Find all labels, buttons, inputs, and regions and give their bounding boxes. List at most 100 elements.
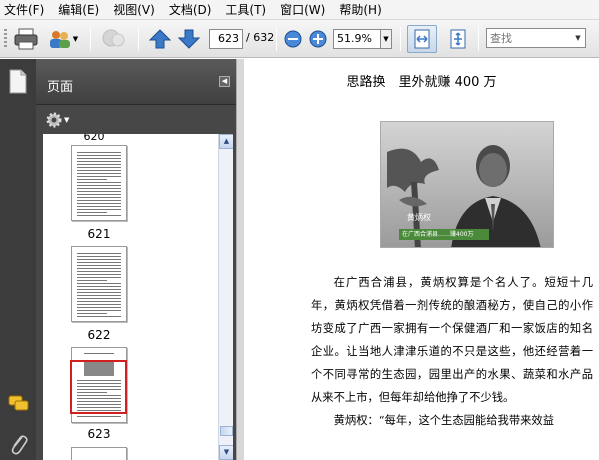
thumbnail-text-line <box>77 161 121 162</box>
scroll-down-button[interactable]: ▼ <box>219 445 233 460</box>
plus-icon <box>309 30 327 48</box>
thumbnail-text-line <box>77 265 121 266</box>
next-page-button[interactable] <box>176 26 202 52</box>
thumbnail-text-line <box>77 176 121 177</box>
zoom-in-button[interactable] <box>308 26 328 52</box>
fit-page-button[interactable] <box>444 26 472 52</box>
search-box[interactable]: ▼ <box>486 28 586 48</box>
thumbnail-text-line <box>77 286 121 287</box>
thumbnail-text-line <box>77 152 121 153</box>
thumbnail-text-line <box>77 313 107 314</box>
thumbnail-text-line <box>77 310 121 311</box>
thumbnail-text-line <box>77 416 121 417</box>
article-paragraph: 黄炳权：“每年，这个生态园能给我带来效益 <box>333 414 555 427</box>
toolbar-grip[interactable] <box>4 29 7 49</box>
attachment-icon[interactable] <box>8 433 28 455</box>
thumbnail-text-line <box>77 191 121 192</box>
thumbnail-list: 620 621 622 623 ▲ ▼ <box>43 134 233 460</box>
thumbnail-text-line <box>77 280 107 281</box>
menu-tools[interactable]: 工具(T) <box>225 1 266 18</box>
menu-edit[interactable]: 编辑(E) <box>58 1 99 18</box>
minus-icon <box>284 30 302 48</box>
arrow-down-icon <box>178 29 200 49</box>
options-menu-button[interactable]: ▼ <box>45 111 69 129</box>
search-input[interactable] <box>487 29 571 47</box>
thumbnail-text-line <box>77 197 121 198</box>
thumbnail-text-line <box>77 158 121 159</box>
thumbnail-text-line <box>77 301 121 302</box>
thumbnail-page[interactable] <box>71 246 127 322</box>
thumbnail-page[interactable] <box>71 145 127 221</box>
thumbnail-text-line <box>77 179 107 180</box>
menu-view[interactable]: 视图(V) <box>113 1 155 18</box>
panel-collapse-button[interactable]: ◀ <box>219 76 230 87</box>
thumbnail-text-line <box>84 353 114 354</box>
collaborate-button[interactable]: ▼ <box>46 26 80 52</box>
panel-splitter[interactable] <box>236 59 244 460</box>
menu-window[interactable]: 窗口(W) <box>280 1 325 18</box>
thumbnail-text-line <box>77 209 121 210</box>
thumbnail-text-line <box>77 271 121 272</box>
thumbnail-text-line <box>77 304 121 305</box>
scroll-thumb[interactable] <box>220 426 233 436</box>
chevron-down-icon: ▼ <box>72 35 79 43</box>
thumbnail-text-line <box>77 253 121 254</box>
page-total: / 632 <box>246 31 275 44</box>
fit-width-button[interactable] <box>407 25 437 53</box>
navigation-strip <box>0 59 36 460</box>
article-title: 思路换 里外就赚 400 万 <box>346 75 497 90</box>
page-number-input[interactable]: 623 <box>209 29 243 49</box>
pages-panel: 页面 ◀ ▼ 620 621 622 623 ▲ ▼ <box>36 59 236 460</box>
pages-icon[interactable] <box>8 69 28 95</box>
thumbnail-text-line <box>77 203 121 204</box>
menu-file[interactable]: 文件(F) <box>4 1 44 18</box>
thumbnail-text-line <box>77 215 121 216</box>
arrow-up-icon <box>149 29 171 49</box>
thumbnail-text-line <box>77 277 121 278</box>
print-button[interactable] <box>12 26 40 52</box>
thumbnail-text-line <box>77 274 121 275</box>
previous-page-button[interactable] <box>147 26 173 52</box>
pages-panel-header: 页面 ◀ <box>36 59 236 105</box>
thumbnail-text-line <box>77 298 121 299</box>
thumbnail-text-line <box>77 185 121 186</box>
zoom-dropdown-button[interactable]: ▼ <box>381 29 392 49</box>
document-view: 思路换 里外就赚 400 万 黄炳权 在广西合浦县……赚400万 在广西合浦县，… <box>244 59 599 460</box>
thumbnail-text-line <box>77 155 121 156</box>
thumbnail-text-line <box>77 289 121 290</box>
zoom-level-input[interactable]: 51.9% <box>333 29 381 49</box>
review-button[interactable] <box>100 26 128 52</box>
article-paragraph: 在广西合浦县，黄炳权算是个名人了。短短十几年，黄炳权凭借着一剂传统的酿酒秘方，使… <box>311 276 593 404</box>
thumbnail-label: 623 <box>87 427 111 441</box>
thumbnail-text-line <box>77 292 121 293</box>
thumbnail-text-line <box>77 164 121 165</box>
thumbnail-selection <box>70 360 127 414</box>
zoom-out-button[interactable] <box>283 26 303 52</box>
thumbnail-text-line <box>77 268 121 269</box>
menu-help[interactable]: 帮助(H) <box>339 1 381 18</box>
thumbnail-page[interactable] <box>71 447 127 460</box>
thumbnail-scrollbar[interactable]: ▲ ▼ <box>218 134 233 460</box>
thumbnail-label: 622 <box>87 328 111 342</box>
gear-icon <box>46 112 62 128</box>
thumbnail-text-line <box>77 167 121 168</box>
comment-bubbles-icon <box>102 29 125 47</box>
thumbnail-text-line <box>77 295 121 296</box>
thumbnail-text-line <box>77 200 121 201</box>
menu-bar: 文件(F) 编辑(E) 视图(V) 文档(D) 工具(T) 窗口(W) 帮助(H) <box>0 0 599 20</box>
thumbnail-text-line <box>77 194 121 195</box>
fit-width-icon <box>414 29 430 49</box>
thumbnail-text-line <box>77 182 121 183</box>
thumbnail-text-line <box>77 206 121 207</box>
thumbnail-text-line <box>77 259 121 260</box>
scroll-up-button[interactable]: ▲ <box>219 134 233 149</box>
search-dropdown-icon[interactable]: ▼ <box>571 29 585 47</box>
comments-icon[interactable] <box>8 395 30 413</box>
menu-document[interactable]: 文档(D) <box>169 1 212 18</box>
fit-page-icon <box>450 29 466 49</box>
pages-panel-title: 页面 <box>47 80 74 95</box>
thumbnail-text-line <box>77 283 121 284</box>
thumbnail-text-line <box>77 307 121 308</box>
thumbnail-text-line <box>77 256 121 257</box>
printer-icon <box>14 28 38 50</box>
